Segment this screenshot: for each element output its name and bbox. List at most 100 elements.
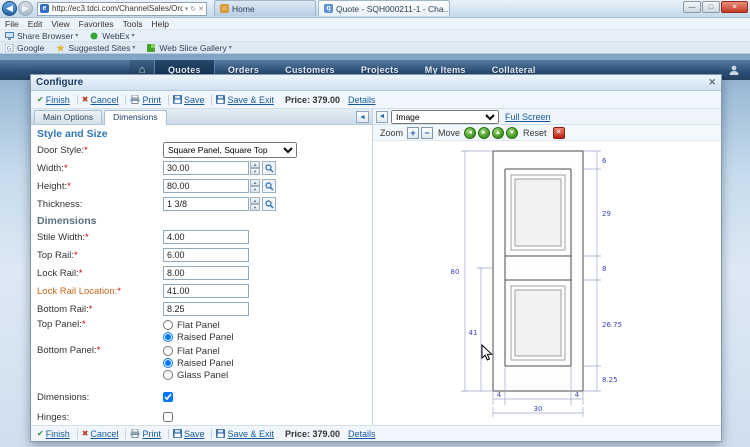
- tab-main-options[interactable]: Main Options: [34, 110, 103, 124]
- close-window-button[interactable]: ✕: [721, 1, 748, 13]
- bottom-panel-glass-radio[interactable]: [163, 370, 173, 380]
- menu-tools[interactable]: Tools: [123, 19, 143, 29]
- stepper-down-icon[interactable]: ▼: [250, 168, 260, 175]
- stepper-up-icon[interactable]: ▲: [250, 179, 260, 186]
- print-button[interactable]: Print: [142, 95, 161, 105]
- bottom-rail-input[interactable]: [163, 302, 249, 316]
- stile-width-input[interactable]: [163, 230, 249, 244]
- zoom-in-button[interactable]: +: [407, 126, 420, 139]
- thickness-input[interactable]: [163, 197, 249, 211]
- bottom-panel-raised-option[interactable]: Raised Panel: [163, 357, 234, 369]
- webex-caret-icon: ▾: [131, 33, 135, 39]
- toolbar-separator: [167, 94, 169, 105]
- collapse-viewer-button[interactable]: ◄: [376, 110, 388, 123]
- menu-favorites[interactable]: Favorites: [79, 19, 114, 29]
- stepper-down-icon[interactable]: ▼: [250, 186, 260, 193]
- door-style-select[interactable]: Square Panel, Square Top: [163, 142, 297, 158]
- field-height: Height:* ▲▼: [37, 177, 366, 195]
- forward-button[interactable]: ▶: [18, 1, 33, 16]
- favorite-suggested-sites[interactable]: Suggested Sites ▾: [56, 43, 135, 53]
- browser-tab-quote[interactable]: q Quote - SQH000211-1 - Cha... ✕: [318, 0, 450, 16]
- bottom-panel-flat-radio[interactable]: [163, 346, 173, 356]
- tab-dimensions[interactable]: Dimensions: [104, 110, 167, 125]
- cancel-button[interactable]: Cancel: [90, 95, 118, 105]
- menu-file[interactable]: File: [5, 19, 19, 29]
- lock-rail-location-input[interactable]: [163, 284, 249, 298]
- save-exit-button-bottom[interactable]: Save & Exit: [227, 429, 274, 439]
- height-stepper[interactable]: ▲ ▼: [250, 179, 260, 193]
- user-icon: [729, 65, 739, 75]
- thickness-stepper[interactable]: ▲ ▼: [250, 197, 260, 211]
- collapse-options-button[interactable]: ◄: [356, 111, 369, 123]
- field-thickness: Thickness: ▲▼: [37, 195, 366, 213]
- details-link[interactable]: Details: [348, 95, 376, 105]
- field-top-rail: Top Rail:*: [37, 246, 366, 264]
- move-up-button[interactable]: ▲: [492, 126, 505, 139]
- print-button-bottom[interactable]: Print: [142, 429, 161, 439]
- height-input[interactable]: [163, 179, 249, 193]
- maximize-button[interactable]: □: [702, 1, 720, 13]
- address-dropdown-icon[interactable]: ▾: [185, 5, 189, 13]
- favorite-google[interactable]: G Google: [5, 43, 44, 53]
- full-screen-link[interactable]: Full Screen: [505, 112, 551, 122]
- height-lookup-button[interactable]: [262, 179, 276, 193]
- refresh-icon[interactable]: ↻: [190, 5, 196, 13]
- stepper-down-icon[interactable]: ▼: [250, 204, 260, 211]
- zoom-out-button[interactable]: −: [421, 126, 434, 139]
- width-stepper[interactable]: ▲ ▼: [250, 161, 260, 175]
- view-mode-select[interactable]: Image: [391, 109, 499, 124]
- details-link-bottom[interactable]: Details: [348, 429, 376, 439]
- favorite-web-slice-gallery[interactable]: Web Slice Gallery ▾: [147, 43, 232, 53]
- forward-icon: ▶: [22, 3, 29, 13]
- browser-tab-home[interactable]: ⌂ Home: [214, 0, 316, 16]
- share-browser-button[interactable]: Share Browser ▾: [5, 31, 78, 41]
- user-menu-button[interactable]: [728, 64, 740, 76]
- menu-help[interactable]: Help: [151, 19, 168, 29]
- menu-edit[interactable]: Edit: [28, 19, 43, 29]
- address-bar[interactable]: e http://ec3.tdci.com/ChannelSales/Order…: [37, 1, 207, 16]
- back-icon: ◀: [6, 3, 13, 13]
- save-button-bottom[interactable]: Save: [184, 429, 205, 439]
- move-down-button[interactable]: ▼: [506, 126, 519, 139]
- tab-strip: ⌂ Home q Quote - SQH000211-1 - Cha... ✕: [214, 0, 452, 16]
- door-drawing-canvas[interactable]: 80 41 6 29 8 26.75 8.25 4 4 30: [373, 141, 721, 425]
- top-rail-label: Top Rail:*: [37, 249, 78, 261]
- cancel-button-bottom[interactable]: Cancel: [90, 429, 118, 439]
- move-right-button[interactable]: ►: [478, 126, 491, 139]
- reset-button[interactable]: ✕: [552, 126, 565, 139]
- field-top-panel: Top Panel:* Flat Panel Raised Panel: [37, 318, 366, 344]
- hinges-checkbox-label: Hinges:: [37, 411, 70, 423]
- hinges-checkbox[interactable]: [163, 412, 173, 422]
- zoom-label: Zoom: [380, 127, 404, 138]
- move-label: Move: [438, 127, 461, 138]
- save-button[interactable]: Save: [184, 95, 205, 105]
- dimensions-checkbox[interactable]: [163, 392, 173, 402]
- bottom-panel-glass-option[interactable]: Glass Panel: [163, 369, 234, 381]
- top-panel-raised-option[interactable]: Raised Panel: [163, 331, 234, 343]
- width-input[interactable]: [163, 161, 249, 175]
- back-button[interactable]: ◀: [2, 1, 17, 16]
- stepper-up-icon[interactable]: ▲: [250, 197, 260, 204]
- suggested-sites-icon: [56, 43, 66, 52]
- stop-icon[interactable]: ✕: [198, 5, 204, 13]
- finish-button[interactable]: Finish: [46, 95, 70, 105]
- bottom-panel-raised-radio[interactable]: [163, 358, 173, 368]
- webex-button[interactable]: WebEx ▾: [90, 30, 135, 41]
- top-panel-flat-option[interactable]: Flat Panel: [163, 319, 234, 331]
- finish-button-bottom[interactable]: Finish: [46, 429, 70, 439]
- width-lookup-button[interactable]: [262, 161, 276, 175]
- top-panel-raised-radio[interactable]: [163, 332, 173, 342]
- move-left-button[interactable]: ◄: [464, 126, 477, 139]
- save-exit-button[interactable]: Save & Exit: [227, 95, 274, 105]
- stepper-up-icon[interactable]: ▲: [250, 161, 260, 168]
- thickness-lookup-button[interactable]: [262, 197, 276, 211]
- menu-view[interactable]: View: [51, 19, 69, 29]
- dialog-close-icon[interactable]: ✕: [708, 77, 716, 88]
- print-icon: [130, 429, 140, 438]
- bottom-panel-flat-option[interactable]: Flat Panel: [163, 345, 234, 357]
- webex-label: WebEx: [102, 30, 130, 41]
- top-panel-flat-radio[interactable]: [163, 320, 173, 330]
- lock-rail-input[interactable]: [163, 266, 249, 280]
- top-rail-input[interactable]: [163, 248, 249, 262]
- minimize-button[interactable]: —: [683, 1, 701, 13]
